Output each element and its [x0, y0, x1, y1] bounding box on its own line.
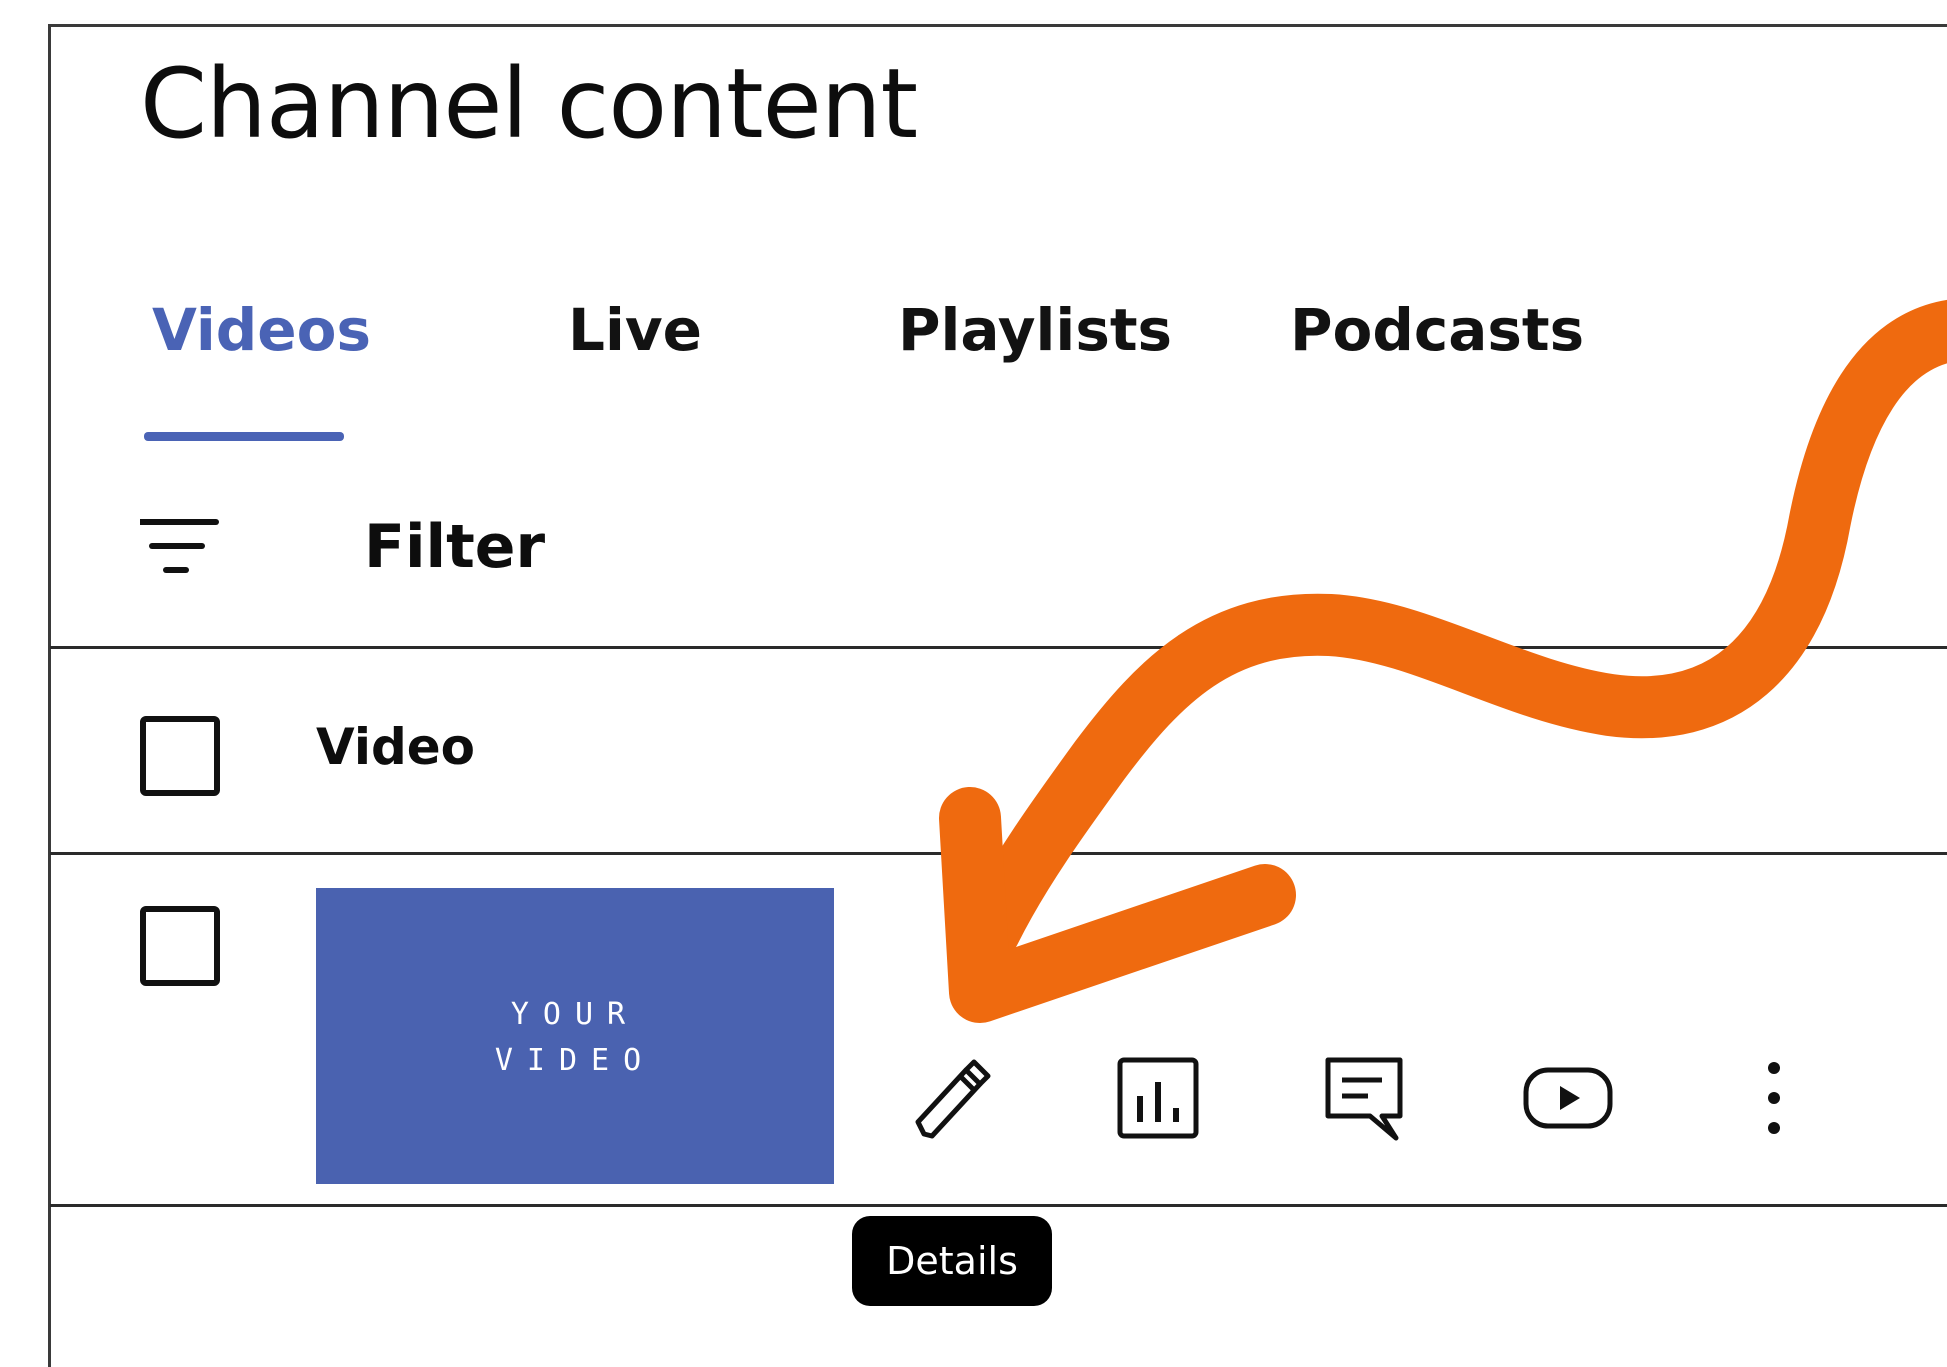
analytics-icon[interactable]	[1110, 1050, 1206, 1146]
tab-podcasts[interactable]: Podcasts	[1290, 296, 1584, 364]
thumbnail-text: VIDEO	[494, 1043, 656, 1078]
tab-playlists[interactable]: Playlists	[898, 296, 1172, 364]
details-tooltip: Details	[852, 1216, 1052, 1306]
comments-icon[interactable]	[1316, 1050, 1412, 1146]
page-title: Channel content	[140, 48, 918, 160]
active-tab-indicator	[144, 432, 344, 441]
divider	[50, 852, 1947, 855]
more-vert-icon[interactable]	[1726, 1050, 1822, 1146]
select-all-checkbox[interactable]	[140, 716, 220, 796]
divider	[50, 646, 1947, 649]
tab-live[interactable]: Live	[568, 296, 702, 364]
tab-videos[interactable]: Videos	[152, 296, 371, 364]
thumbnail-text: YOUR	[510, 997, 640, 1032]
row-select-checkbox[interactable]	[140, 906, 220, 986]
filter-icon[interactable]	[140, 516, 224, 580]
pencil-icon[interactable]	[904, 1050, 1000, 1146]
column-header-video: Video	[316, 718, 476, 776]
video-thumbnail[interactable]: YOUR VIDEO	[316, 888, 834, 1184]
filter-button[interactable]: Filter	[364, 512, 545, 582]
divider	[50, 1204, 1947, 1207]
play-icon[interactable]	[1520, 1050, 1616, 1146]
